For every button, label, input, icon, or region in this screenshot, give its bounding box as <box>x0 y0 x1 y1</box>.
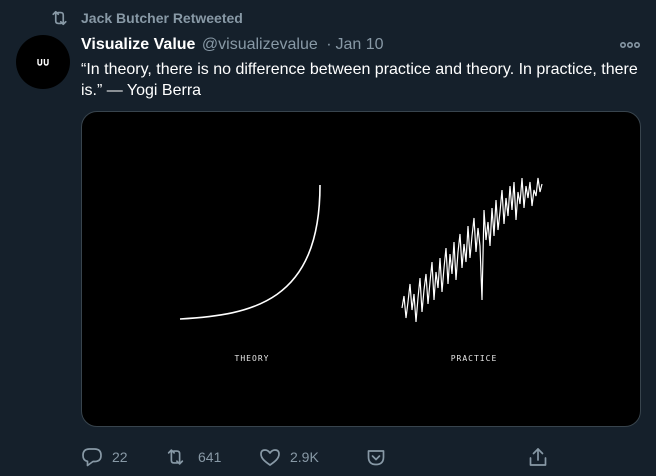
like-count: 2.9K <box>290 449 319 465</box>
tweet-media-image[interactable]: THEORY PRACTICE <box>81 111 641 427</box>
tweet-text: “In theory, there is no difference betwe… <box>81 61 638 99</box>
tweet-header: Visualize Value @visualizevalue · Jan 10 <box>81 36 384 56</box>
more-options-icon[interactable] <box>619 38 641 52</box>
retweet-count: 641 <box>198 449 222 465</box>
theory-practice-illustration <box>179 177 543 323</box>
share-button[interactable] <box>527 446 549 468</box>
practice-line <box>401 177 543 323</box>
save-button[interactable] <box>365 446 387 468</box>
reply-count: 22 <box>112 449 128 465</box>
retweet-button[interactable]: 641 <box>164 446 234 468</box>
like-button[interactable]: 2.9K <box>259 446 329 468</box>
theory-curve <box>179 184 321 320</box>
retweet-context: Jack Butcher Retweeted <box>0 8 656 28</box>
author-handle[interactable]: @visualizevalue <box>202 36 318 53</box>
avatar-logo-icon <box>37 59 49 66</box>
theory-caption: THEORY <box>234 354 270 363</box>
tweet-date[interactable]: Jan 10 <box>336 36 384 53</box>
header-separator: · <box>326 36 332 53</box>
author-name[interactable]: Visualize Value <box>81 36 195 53</box>
reply-button[interactable]: 22 <box>81 446 151 468</box>
retweeted-by-label[interactable]: Jack Butcher Retweeted <box>81 10 243 26</box>
avatar[interactable] <box>16 35 70 89</box>
tweet-actions: 22 641 2.9K <box>0 446 656 468</box>
practice-caption: PRACTICE <box>450 354 498 363</box>
retweet-context-icon <box>49 8 70 28</box>
